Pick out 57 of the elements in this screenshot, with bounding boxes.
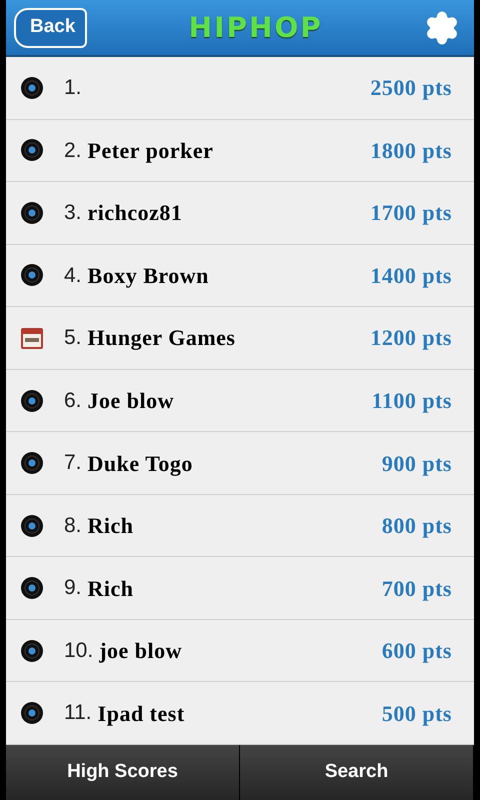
rank-number: 5. xyxy=(64,325,82,352)
score-row[interactable]: 1. 2500 pts xyxy=(6,57,474,120)
rank-number: 7. xyxy=(64,450,82,476)
score-points: 600 pts xyxy=(382,637,452,666)
score-points: 1800 pts xyxy=(370,136,452,165)
rank-number: 6. xyxy=(64,388,82,414)
score-points: 2500 pts xyxy=(370,74,452,102)
player-name: Rich xyxy=(88,512,134,540)
vinyl-record-icon xyxy=(20,451,44,476)
player-name: joe blow xyxy=(99,637,182,666)
score-row[interactable]: 4. Boxy Brown 1400 pts xyxy=(6,244,474,308)
score-points: 900 pts xyxy=(382,450,452,478)
vinyl-record-icon xyxy=(20,76,44,100)
player-name: Peter porker xyxy=(88,136,214,165)
score-points: 700 pts xyxy=(382,574,452,603)
rank-number: 11. xyxy=(64,700,92,726)
player-name: Ipad test xyxy=(98,700,185,728)
score-row[interactable]: 9. Rich 700 pts xyxy=(6,557,474,620)
back-button[interactable]: Back xyxy=(14,8,88,48)
tab-button[interactable]: Search xyxy=(240,745,474,800)
score-points: 800 pts xyxy=(382,512,452,540)
score-points: 500 pts xyxy=(382,700,452,728)
score-points: 1700 pts xyxy=(370,199,452,228)
rank-number: 1. xyxy=(64,75,82,102)
score-row[interactable]: 6. Joe blow 1100 pts xyxy=(6,370,474,432)
rank-number: 8. xyxy=(64,512,82,539)
player-name: Duke Togo xyxy=(88,450,193,478)
score-row[interactable]: 5. Hunger Games 1200 pts xyxy=(6,307,474,370)
vinyl-record-icon xyxy=(20,200,44,225)
vinyl-record-icon xyxy=(20,138,44,162)
score-row[interactable]: 2. Peter porker 1800 pts xyxy=(6,120,474,182)
score-points: 1100 pts xyxy=(372,387,452,415)
score-row[interactable]: 10. joe blow 600 pts xyxy=(6,620,474,682)
rank-number: 10. xyxy=(64,638,94,664)
vinyl-record-icon xyxy=(20,514,44,538)
score-row[interactable]: 7. Duke Togo 900 pts xyxy=(6,432,474,495)
player-name: Rich xyxy=(88,574,134,603)
rank-number: 9. xyxy=(64,575,82,602)
player-name: Hunger Games xyxy=(88,324,236,352)
calendar-icon xyxy=(20,326,44,350)
vinyl-record-icon xyxy=(20,701,44,726)
player-name: richcoz81 xyxy=(88,199,182,228)
vinyl-record-icon xyxy=(20,388,44,412)
vinyl-record-icon xyxy=(20,576,44,600)
vinyl-record-icon xyxy=(20,638,44,663)
score-row[interactable]: 3. richcoz81 1700 pts xyxy=(6,182,474,245)
rank-number: 4. xyxy=(64,262,82,289)
vinyl-record-icon xyxy=(20,263,44,288)
tab-button[interactable]: High Scores xyxy=(6,745,240,800)
player-name: Joe blow xyxy=(88,387,174,415)
score-points: 1400 pts xyxy=(370,262,452,290)
app-title: HIPHOP xyxy=(188,10,323,46)
score-points: 1200 pts xyxy=(370,324,452,352)
score-row[interactable]: 8. Rich 800 pts xyxy=(6,494,474,558)
player-name: Boxy Brown xyxy=(88,262,209,290)
rank-number: 3. xyxy=(64,200,82,226)
rank-number: 2. xyxy=(64,138,82,164)
